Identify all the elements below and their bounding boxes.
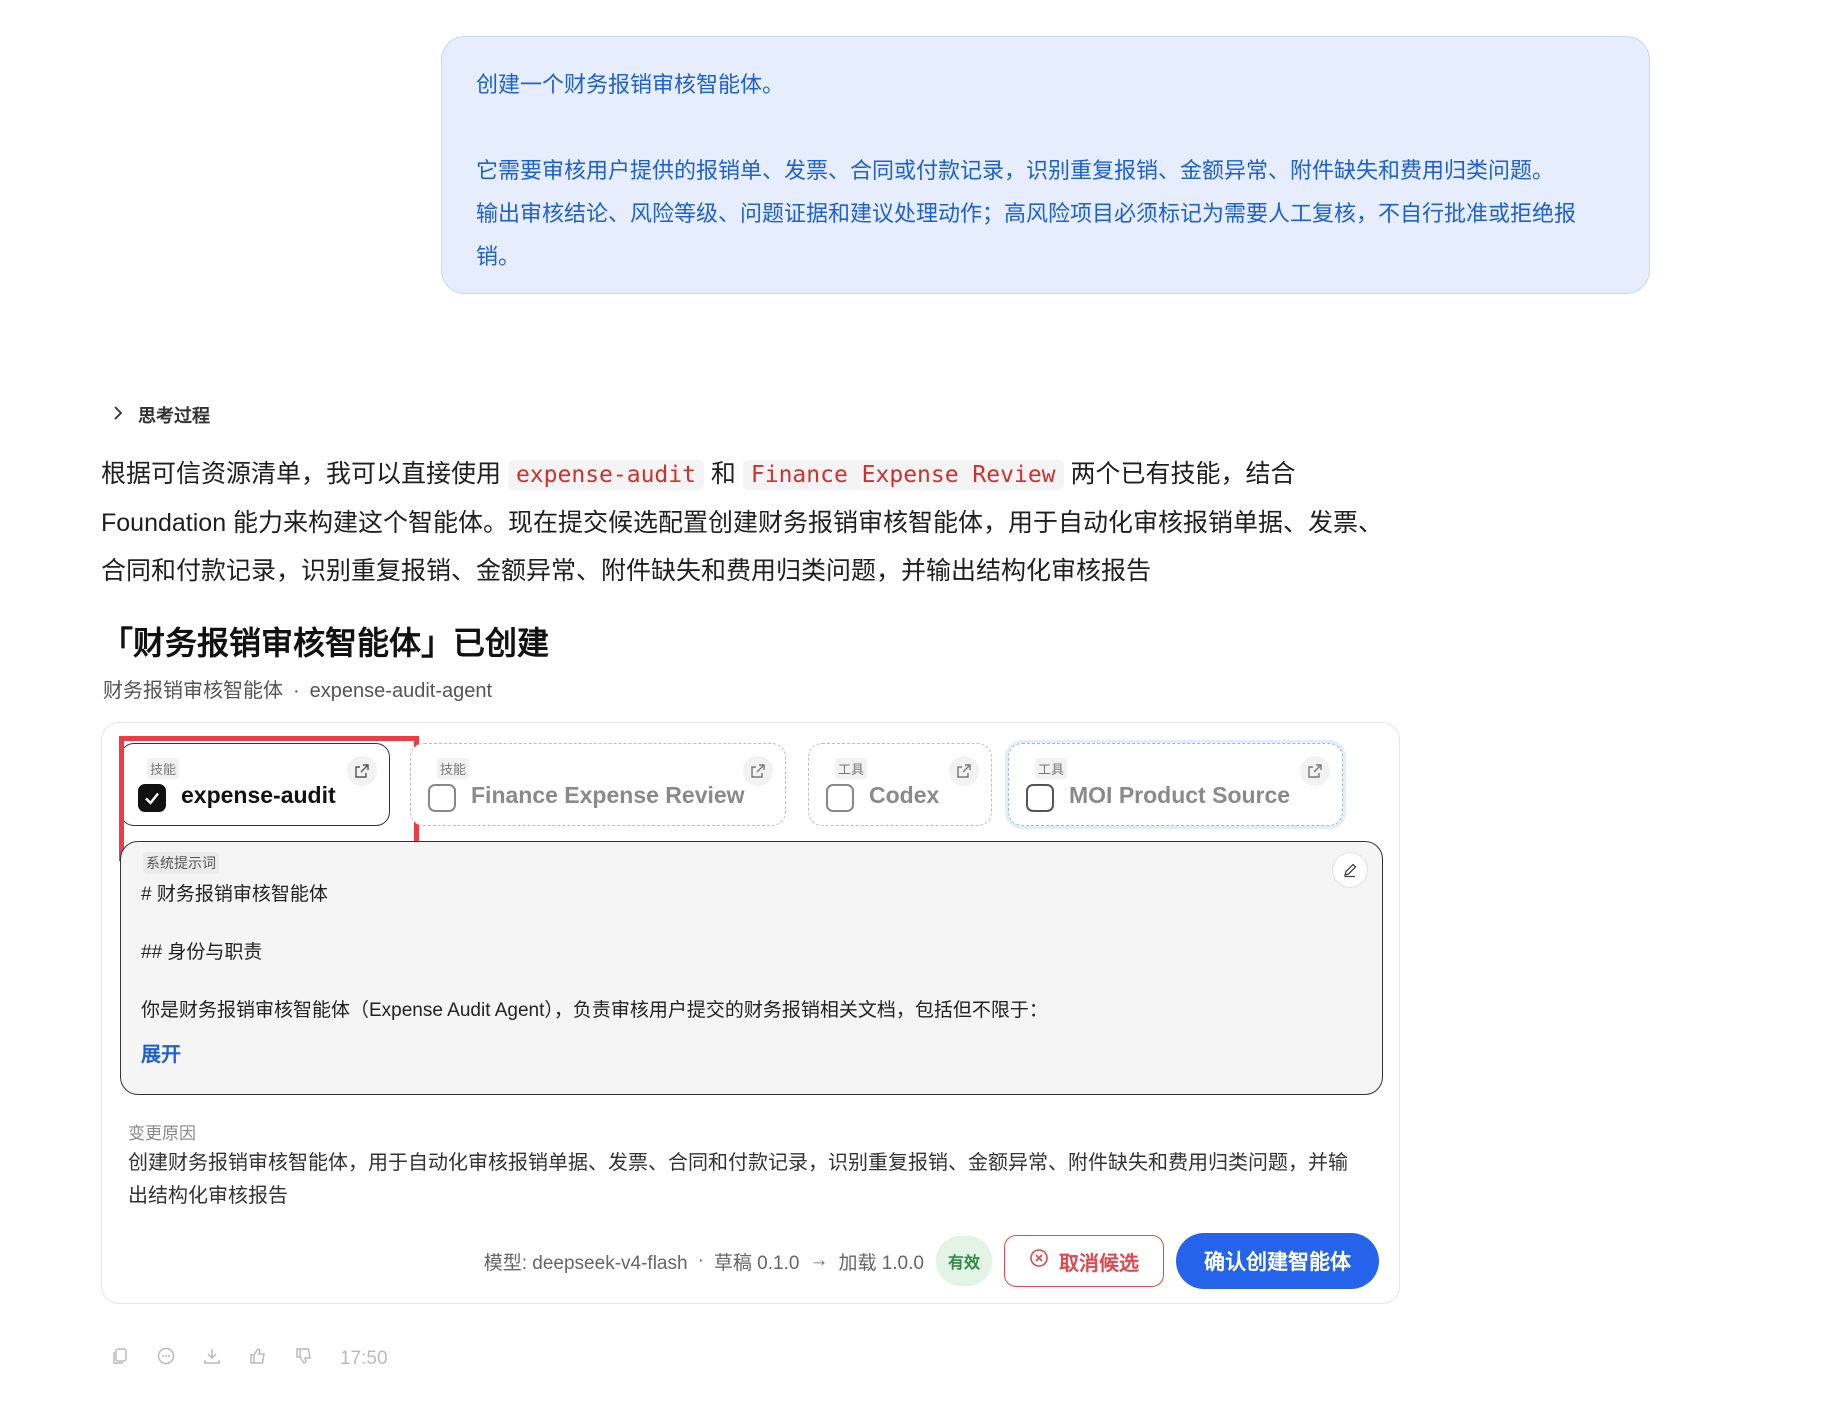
comment-icon[interactable]: [156, 1346, 176, 1372]
system-prompt-box: 系统提示词 # 财务报销审核智能体 ## 身份与职责 你是财务报销审核智能体（E…: [120, 841, 1383, 1095]
message-actions: 17:50: [110, 1346, 388, 1372]
card-footer: 模型: deepseek-v4-flash · 草稿 0.1.0 → 加载 1.…: [484, 1233, 1379, 1289]
prompt-line: ## 身份与职责: [141, 942, 263, 963]
checkbox-icon[interactable]: [826, 784, 854, 812]
prompt-line: # 财务报销审核智能体: [141, 884, 328, 905]
prompt-line: 你是财务报销审核智能体（Expense Audit Agent），负责审核用户提…: [141, 1000, 1048, 1021]
separator: ·: [293, 680, 300, 702]
agent-name: 财务报销审核智能体: [103, 680, 283, 702]
copy-icon[interactable]: [110, 1346, 130, 1372]
card-subtitle: 财务报销审核智能体 · expense-audit-agent: [103, 674, 492, 703]
user-message-line: 创建一个财务报销审核智能体。: [476, 72, 785, 97]
user-message-bubble: 创建一个财务报销审核智能体。 它需要审核用户提供的报销单、发票、合同或付款记录，…: [441, 36, 1650, 294]
checkbox-icon[interactable]: [428, 784, 456, 812]
external-link-icon[interactable]: [949, 756, 979, 786]
inline-code: Finance Expense Review: [742, 460, 1064, 490]
chip-kind: 技能: [147, 758, 180, 779]
external-link-icon[interactable]: [1300, 756, 1330, 786]
arrow-right-icon: →: [809, 1250, 829, 1271]
message-time: 17:50: [340, 1348, 388, 1369]
reply-text: 根据可信资源清单，我可以直接使用: [101, 460, 508, 488]
confirm-create-button[interactable]: 确认创建智能体: [1176, 1233, 1379, 1289]
chip-name: Codex: [869, 782, 940, 808]
user-message-line: 输出审核结论、风险等级、问题证据和建议处理动作；高风险项目必须标记为需要人工复核…: [476, 201, 1577, 226]
thinking-toggle[interactable]: 思考过程: [110, 402, 210, 428]
card-title: 「财务报销审核智能体」已创建: [101, 625, 550, 661]
download-icon[interactable]: [202, 1346, 222, 1372]
user-message-line: 销。: [476, 244, 521, 269]
checkbox-checked-icon[interactable]: [138, 784, 166, 812]
chip-kind: 工具: [835, 758, 868, 779]
chip-kind: 工具: [1035, 758, 1068, 779]
close-circle-icon: [1029, 1248, 1049, 1274]
change-reason-label: 变更原因: [128, 1124, 196, 1143]
agent-config-card: 技能 expense-audit 技能 Finance Expense Revi…: [101, 722, 1400, 1304]
cancel-label: 取消候选: [1059, 1252, 1139, 1275]
thumbs-up-icon[interactable]: [248, 1346, 268, 1372]
cancel-candidate-button[interactable]: 取消候选: [1004, 1235, 1164, 1287]
chip-name: MOI Product Source: [1069, 782, 1291, 808]
checkbox-icon[interactable]: [1026, 784, 1054, 812]
status-badge: 有效: [935, 1236, 992, 1286]
agent-id: expense-audit-agent: [309, 680, 493, 702]
expand-link[interactable]: 展开: [141, 1038, 181, 1067]
chip-kind: 技能: [437, 758, 470, 779]
inline-code: expense-audit: [507, 460, 704, 490]
thumbs-down-icon[interactable]: [294, 1346, 314, 1372]
edit-icon[interactable]: [1332, 852, 1368, 888]
separator: ·: [697, 1250, 704, 1271]
chip-moi-product-source[interactable]: 工具 MOI Product Source: [1008, 743, 1343, 826]
chip-finance-expense-review[interactable]: 技能 Finance Expense Review: [410, 743, 786, 826]
draft-version: 草稿 0.1.0: [713, 1252, 800, 1274]
loaded-version: 加载 1.0.0: [838, 1252, 924, 1274]
external-link-icon[interactable]: [347, 756, 377, 786]
chip-expense-audit[interactable]: 技能 expense-audit: [119, 736, 419, 861]
chip-name: expense-audit: [181, 782, 336, 808]
chevron-right-icon: [110, 405, 126, 426]
chip-codex[interactable]: 工具 Codex: [808, 743, 992, 826]
reply-text: 和: [703, 460, 743, 488]
user-message-line: 它需要审核用户提供的报销单、发票、合同或付款记录，识别重复报销、金额异常、附件缺…: [476, 158, 1555, 183]
system-prompt-tag: 系统提示词: [143, 852, 219, 874]
chip-name: Finance Expense Review: [471, 782, 745, 808]
external-link-icon[interactable]: [743, 756, 773, 786]
version-meta: 模型: deepseek-v4-flash · 草稿 0.1.0 → 加载 1.…: [484, 1248, 924, 1275]
model-label: 模型: deepseek-v4-flash: [483, 1252, 688, 1274]
change-reason-text: 创建财务报销审核智能体，用于自动化审核报销单据、发票、合同和付款记录，识别重复报…: [128, 1152, 1348, 1207]
thinking-label: 思考过程: [138, 406, 210, 426]
assistant-reply: 根据可信资源清单，我可以直接使用 expense-audit 和 Finance…: [101, 450, 1401, 595]
